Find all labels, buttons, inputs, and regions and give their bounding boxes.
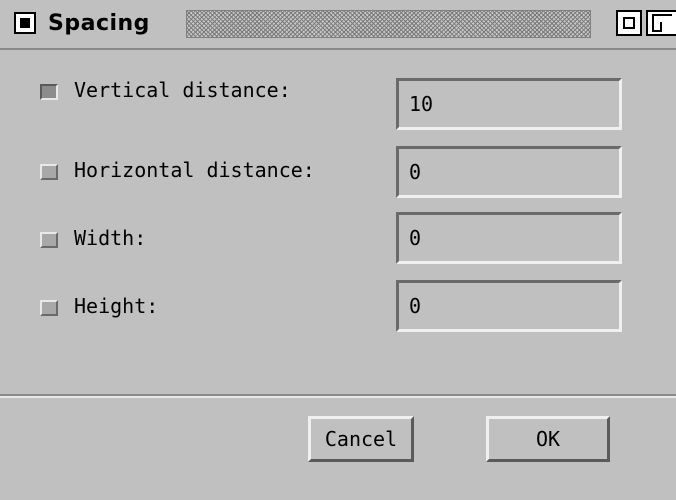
window-menu-icon[interactable] — [14, 12, 36, 34]
cancel-button[interactable]: Cancel — [308, 416, 414, 462]
row-width: Width: — [0, 212, 676, 264]
height-field[interactable] — [396, 280, 622, 332]
height-checkbox[interactable] — [40, 300, 58, 316]
row-horizontal-distance: Horizontal distance: — [0, 146, 676, 198]
separator — [0, 394, 676, 398]
vertical-distance-checkbox[interactable] — [40, 84, 58, 100]
horizontal-distance-label: Horizontal distance: — [74, 158, 315, 182]
horizontal-distance-field[interactable] — [396, 146, 622, 198]
ok-button[interactable]: OK — [486, 416, 610, 462]
width-label: Width: — [74, 226, 147, 250]
maximize-icon[interactable] — [646, 10, 676, 36]
title-bar[interactable]: Spacing — [0, 0, 676, 50]
title-drag-area[interactable] — [186, 10, 591, 38]
row-height: Height: — [0, 280, 676, 332]
height-label: Height: — [74, 294, 159, 318]
window-title: Spacing — [48, 11, 150, 36]
vertical-distance-field[interactable] — [396, 78, 622, 130]
spacing-dialog: Spacing Vertical distance: Horizontal di… — [0, 0, 676, 500]
iconify-icon[interactable] — [616, 10, 642, 36]
row-vertical-distance: Vertical distance: — [0, 74, 676, 130]
width-checkbox[interactable] — [40, 232, 58, 248]
horizontal-distance-checkbox[interactable] — [40, 164, 58, 180]
width-field[interactable] — [396, 212, 622, 264]
vertical-distance-label: Vertical distance: — [74, 78, 291, 102]
